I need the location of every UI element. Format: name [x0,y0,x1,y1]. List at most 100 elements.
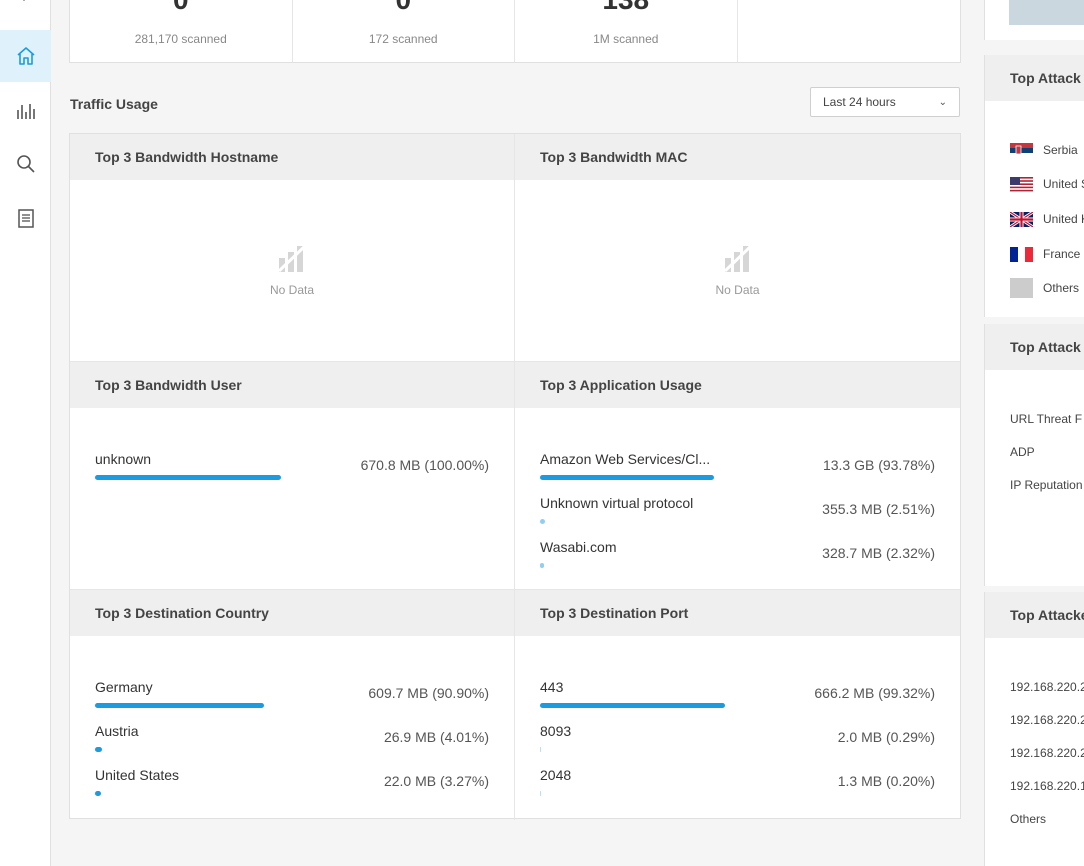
chevron-down-icon: ⌄ [938,96,947,108]
usage-bar [95,475,281,480]
attacker-ip: Others [1010,812,1047,826]
traffic-usage-title: Traffic Usage [70,96,158,112]
row-name: 8093 [540,723,572,739]
no-data-icon [277,245,306,273]
row-name: 2048 [540,767,572,783]
row-value: 2.0 MB (0.29%) [837,729,935,745]
ranked-row: United States 22.0 MB (3.27%) [95,767,489,803]
country-name: Serbia [1043,143,1078,157]
row-value: 355.3 MB (2.51%) [822,501,935,517]
home-icon [16,47,35,65]
summary-scanned: 172 scanned [368,32,438,46]
panel-application-usage: Top 3 Application Usage Amazon Web Servi… [515,362,960,590]
nav-home[interactable] [0,30,51,82]
usage-bar [540,703,725,708]
attacker-ip: 192.168.220.2 [1010,713,1084,727]
usage-bar-track [95,703,281,708]
nav-reports[interactable] [0,192,51,244]
panel-bandwidth-hostname: Top 3 Bandwidth Hostname No Data [70,134,515,362]
row-value: 666.2 MB (99.32%) [814,685,935,701]
summary-scanned: 281,170 scanned [134,32,227,46]
time-range-select[interactable]: Last 24 hours ⌄ [810,87,960,117]
attacker-ip: 192.168.220.2 [1010,746,1084,760]
panel-title: Top 3 Bandwidth Hostname [70,134,514,180]
traffic-grid: Top 3 Bandwidth Hostname No Data Top 3 B… [69,133,961,820]
no-data: No Data [515,244,960,297]
attacker-ip: 192.168.220.12 [1010,779,1084,793]
row-value: 26.9 MB (4.01%) [383,729,489,745]
summary-cell: 138 1M scanned [515,0,738,62]
row-value: 609.7 MB (90.90%) [368,685,489,701]
row-name: Austria [95,723,139,739]
country-name: United K [1043,212,1084,226]
summary-cell: 0 281,170 scanned [70,0,293,62]
right-column: Top Attack Serbia United S United K Fran… [984,0,1084,866]
ranked-row: Unknown virtual protocol 355.3 MB (2.51%) [540,495,935,531]
row-name: Unknown virtual protocol [540,495,694,511]
france-flag-icon [1010,246,1033,262]
serbia-flag-icon [1010,142,1033,158]
country-name: Others [1043,281,1080,295]
summary-cell: 0 172 scanned [293,0,515,62]
row-name: Wasabi.com [540,539,617,555]
sidebar-nav [0,0,51,866]
ranked-row: 8093 2.0 MB (0.29%) [540,723,935,759]
usage-bar-track [540,791,726,796]
top-attack-countries: Top Attack Serbia United S United K Fran… [984,55,1084,317]
row-value: 13.3 GB (93.78%) [822,457,935,473]
country-item: Others [1010,278,1079,298]
nav-search[interactable] [0,138,51,190]
uk-flag-icon [1010,211,1033,227]
summary-value: 0 [293,0,515,16]
report-icon [17,209,34,228]
panel-bandwidth-user: Top 3 Bandwidth User unknown 670.8 MB (10… [70,362,515,590]
attack-type: IP Reputation [1010,478,1083,492]
ranked-row: 443 666.2 MB (99.32%) [540,679,935,715]
usage-bar-track [95,475,281,480]
country-item: United S [1010,174,1084,194]
collapse-icon[interactable] [14,0,34,4]
country-name: United S [1043,177,1084,191]
ranked-row: Wasabi.com 328.7 MB (2.32%) [540,539,935,575]
ranked-row: Austria 26.9 MB (4.01%) [95,723,489,759]
row-value: 670.8 MB (100.00%) [360,457,489,473]
panel-destination-country: Top 3 Destination Country Germany 609.7 M… [70,590,515,820]
usa-flag-icon [1010,176,1033,192]
ranked-row: Amazon Web Services/Cl... 13.3 GB (93.78%… [540,451,935,487]
no-data-icon [723,245,751,273]
country-item: United K [1010,209,1084,229]
ranked-row: unknown 670.8 MB (100.00%) [95,451,489,487]
row-name: Germany [95,679,153,695]
row-value: 1.3 MB (0.20%) [837,773,935,789]
usage-bar [95,791,101,796]
ranked-row: Germany 609.7 MB (90.90%) [95,679,489,715]
time-range-value: Last 24 hours [823,95,896,109]
nav-analytics[interactable] [0,85,51,137]
usage-bar-track [95,791,281,796]
others-swatch [1010,278,1033,298]
attack-type: URL Threat F [1010,412,1083,426]
summary-value: 138 [515,0,737,16]
panel-title: Top Attack [985,324,1084,370]
country-item: Serbia [1010,140,1078,160]
row-name: unknown [95,451,152,467]
panel-bandwidth-mac: Top 3 Bandwidth MAC No Data [515,134,960,362]
top-attack-types: Top Attack URL Threat F ADP IP Reputatio… [984,324,1084,586]
usage-bar [540,563,544,568]
usage-bar-track [540,747,726,752]
usage-bar [95,747,102,752]
row-name: United States [95,767,180,783]
panel-title: Top 3 Destination Port [515,590,960,636]
no-data-label: No Data [269,283,315,297]
usage-bar [540,791,541,796]
attacker-ip: 192.168.220.2 [1010,680,1084,694]
placeholder-bar [1009,0,1084,25]
usage-bar [540,519,545,524]
usage-bar-track [540,703,726,708]
country-item: France [1010,244,1080,264]
ranked-row: 2048 1.3 MB (0.20%) [540,767,935,803]
row-name: Amazon Web Services/Cl... [540,451,711,467]
country-name: France [1043,247,1081,261]
row-value: 22.0 MB (3.27%) [383,773,489,789]
attack-type: ADP [1010,445,1035,459]
